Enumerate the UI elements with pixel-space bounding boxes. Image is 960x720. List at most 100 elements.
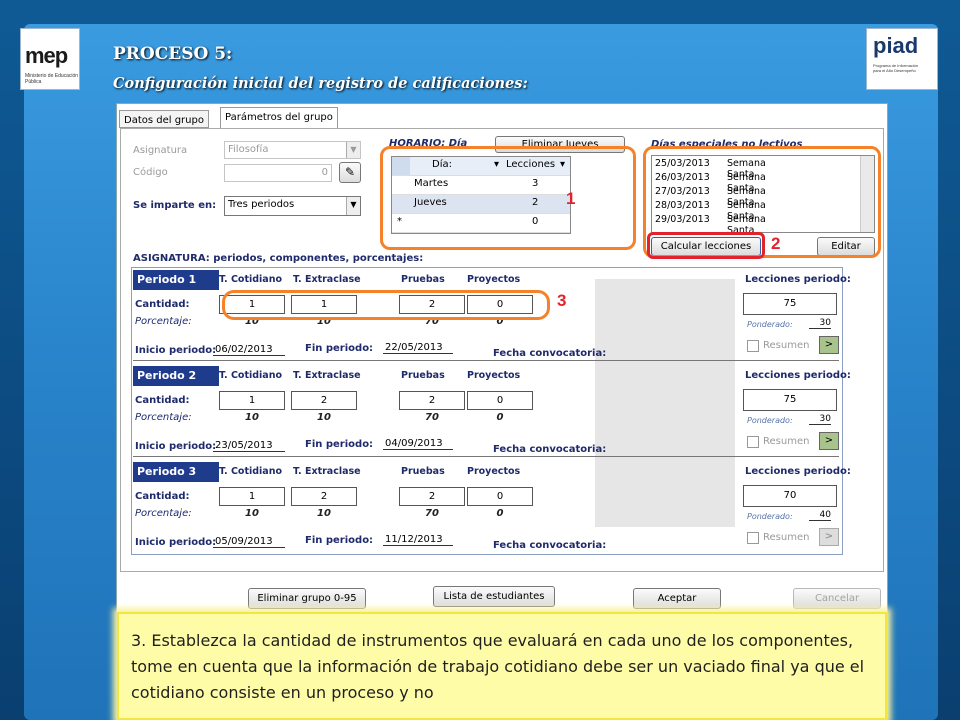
component-header-proyectos: Proyectos — [467, 466, 521, 477]
resumen-checkbox[interactable] — [747, 532, 759, 544]
porcentaje-extraclase-value: 10 — [317, 508, 331, 519]
highlight-horario — [380, 146, 636, 250]
chevron-down-icon[interactable]: ▼ — [346, 197, 360, 215]
porcentaje-cotidiano-value: 10 — [245, 508, 259, 519]
inicio-date-field[interactable]: 06/02/2013 — [213, 344, 285, 356]
arrow-right-icon: > — [824, 339, 834, 350]
instruction-text: 3. Establezca la cantidad de instrumento… — [131, 631, 865, 702]
instruction-note: 3. Establezca la cantidad de instrumento… — [117, 612, 887, 720]
next-arrow-button[interactable]: > — [819, 528, 839, 546]
slide-title: PROCESO 5: — [113, 44, 233, 64]
resumen-label: Resumen — [763, 532, 810, 543]
cantidad-cotidiano-field[interactable]: 1 — [219, 487, 285, 506]
component-header-extraclase: T. Extraclase — [293, 370, 361, 381]
piad-logo-text: piad — [873, 33, 919, 58]
resumen-label: Resumen — [763, 436, 810, 447]
lecciones-periodo-field[interactable]: 75 — [743, 293, 837, 315]
porcentaje-proyectos-value: 0 — [496, 412, 504, 423]
highlight-cantidades — [222, 290, 550, 320]
component-header-extraclase: T. Extraclase — [293, 274, 361, 285]
porcentaje-extraclase-value: 10 — [317, 412, 331, 423]
fin-date-field[interactable]: 22/05/2013 — [383, 342, 453, 354]
cantidad-proyectos-field[interactable]: 0 — [467, 391, 533, 410]
periodo-header: Periodo 2 — [133, 366, 219, 386]
cantidad-label: Cantidad: — [135, 395, 190, 406]
mep-logo-text: mep — [25, 43, 68, 68]
callout-1: 1 — [566, 189, 576, 208]
component-header-extraclase: T. Extraclase — [293, 466, 361, 477]
aceptar-button[interactable]: Aceptar — [633, 588, 721, 609]
inicio-label: Inicio periodo: — [135, 345, 217, 356]
imparte-value: Tres periodos — [228, 199, 295, 210]
periodo-header: Periodo 3 — [133, 462, 219, 482]
cancelar-button[interactable]: Cancelar — [793, 588, 881, 609]
asignatura-label: Asignatura — [133, 145, 188, 156]
mep-logo-subtext: Ministerio de Educación Pública — [25, 73, 79, 85]
arrow-right-icon: > — [824, 531, 834, 542]
periodo-header: Periodo 1 — [133, 270, 219, 290]
edit-pencil-button[interactable]: ✎ — [339, 162, 361, 183]
lista-estudiantes-button[interactable]: Lista de estudiantes — [433, 586, 555, 607]
blank-gray-panel — [595, 279, 735, 527]
piad-logo: piad Programa de Información para el Alt… — [866, 28, 938, 90]
component-header-pruebas: Pruebas — [401, 370, 445, 381]
porcentaje-label: Porcentaje: — [135, 412, 192, 423]
tab-parametros-grupo[interactable]: Parámetros del grupo — [220, 107, 338, 129]
ponderado-field[interactable]: 30 — [809, 414, 831, 425]
convocatoria-label: Fecha convocatoria: — [493, 540, 607, 551]
lecciones-periodo-label: Lecciones periodo: — [745, 466, 851, 477]
resumen-checkbox[interactable] — [747, 436, 759, 448]
next-arrow-button[interactable]: > — [819, 336, 839, 354]
inicio-date-field[interactable]: 23/05/2013 — [213, 440, 285, 452]
porcentaje-proyectos-value: 0 — [496, 508, 504, 519]
lecciones-periodo-field[interactable]: 70 — [743, 485, 837, 507]
ponderado-label: Ponderado: — [747, 416, 793, 425]
cantidad-pruebas-field[interactable]: 2 — [399, 487, 465, 506]
imparte-label: Se imparte en: — [133, 200, 217, 211]
fin-date-field[interactable]: 04/09/2013 — [383, 438, 453, 450]
tab-datos-grupo[interactable]: Datos del grupo — [119, 110, 209, 128]
component-header-cotidiano: T. Cotidiano — [219, 370, 283, 381]
arrow-right-icon: > — [824, 435, 834, 446]
cantidad-extraclase-field[interactable]: 2 — [291, 487, 357, 506]
asignatura-section-header: ASIGNATURA: periodos, componentes, porce… — [133, 253, 424, 264]
cantidad-cotidiano-field[interactable]: 1 — [219, 391, 285, 410]
inicio-date-field[interactable]: 05/09/2013 — [213, 536, 285, 548]
callout-3: 3 — [557, 291, 567, 310]
component-header-cotidiano: T. Cotidiano — [219, 466, 283, 477]
porcentaje-cotidiano-value: 10 — [245, 412, 259, 423]
porcentaje-label: Porcentaje: — [135, 508, 192, 519]
lecciones-periodo-field[interactable]: 75 — [743, 389, 837, 411]
mep-logo: mep Ministerio de Educación Pública — [20, 28, 80, 90]
cantidad-extraclase-field[interactable]: 2 — [291, 391, 357, 410]
asignatura-select[interactable]: Filosofía ▼ — [224, 141, 361, 159]
fin-label: Fin periodo: — [305, 343, 374, 354]
eliminar-grupo-button[interactable]: Eliminar grupo 0-95 — [248, 588, 366, 609]
imparte-select[interactable]: Tres periodos ▼ — [224, 196, 361, 216]
cantidad-proyectos-field[interactable]: 0 — [467, 487, 533, 506]
ponderado-field[interactable]: 30 — [809, 318, 831, 329]
component-header-pruebas: Pruebas — [401, 466, 445, 477]
inicio-label: Inicio periodo: — [135, 537, 217, 548]
callout-2: 2 — [771, 234, 781, 253]
lecciones-periodo-label: Lecciones periodo: — [745, 370, 851, 381]
codigo-label: Código — [133, 167, 168, 178]
ponderado-label: Ponderado: — [747, 320, 793, 329]
porcentaje-pruebas-value: 70 — [425, 412, 439, 423]
cantidad-label: Cantidad: — [135, 491, 190, 502]
period-separator — [133, 360, 839, 361]
cantidad-pruebas-field[interactable]: 2 — [399, 391, 465, 410]
porcentaje-pruebas-value: 70 — [425, 508, 439, 519]
fin-date-field[interactable]: 11/12/2013 — [383, 534, 453, 546]
resumen-checkbox[interactable] — [747, 340, 759, 352]
codigo-field[interactable]: 0 — [224, 164, 332, 182]
next-arrow-button[interactable]: > — [819, 432, 839, 450]
resumen-label: Resumen — [763, 340, 810, 351]
chevron-down-icon[interactable]: ▼ — [346, 142, 360, 158]
component-header-cotidiano: T. Cotidiano — [219, 274, 283, 285]
fin-label: Fin periodo: — [305, 535, 374, 546]
ponderado-field[interactable]: 40 — [809, 510, 831, 521]
highlight-calcular — [647, 232, 765, 259]
component-header-proyectos: Proyectos — [467, 370, 521, 381]
convocatoria-label: Fecha convocatoria: — [493, 444, 607, 455]
